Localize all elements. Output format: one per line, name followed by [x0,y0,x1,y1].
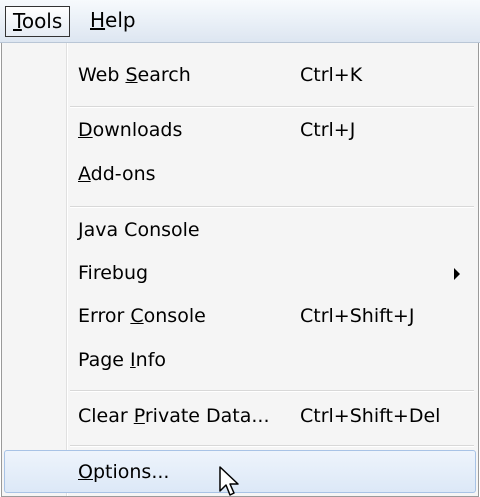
shortcut-label: Ctrl+Shift+J [300,305,415,327]
shortcut-label: Ctrl+K [300,64,363,86]
menu-item-label: Java Console [78,219,200,241]
menu-item-downloads[interactable]: Downloads Ctrl+J [4,109,476,152]
menu-tools[interactable]: Tools [5,6,71,37]
menu-item-label: Error Console [78,305,206,327]
menu-item-java-console[interactable]: Java Console [4,209,476,252]
chevron-right-icon [454,268,460,280]
menu-help[interactable]: Help [83,6,143,37]
menu-item-firebug[interactable]: Firebug [4,252,476,295]
mnemonic: H [90,8,106,32]
menu-item-label: Page Info [78,349,167,371]
shortcut-label: Ctrl+J [300,119,356,141]
mouse-pointer-icon [219,466,239,496]
menu-item-clear-private-data[interactable]: Clear Private Data... Ctrl+Shift+Del [4,395,476,438]
menu-item-add-ons[interactable]: Add-ons [4,153,476,196]
menu-item-label: Options... [78,461,170,483]
menu-item-label: Firebug [78,262,149,284]
shortcut-label: Ctrl+Shift+Del [300,405,441,427]
menu-item-label: Add-ons [78,163,156,185]
menu-item-label: Clear Private Data... [78,405,270,427]
tools-dropdown-menu: Web Search Ctrl+K Downloads Ctrl+J Add-o… [1,43,479,497]
menu-item-error-console[interactable]: Error Console Ctrl+Shift+J [4,295,476,338]
menu-item-label: Downloads [78,119,183,141]
menu-separator [70,390,474,392]
mnemonic: T [13,9,22,33]
menu-separator [70,445,474,447]
menu-item-label: Web Search [78,64,191,86]
menu-bar: Tools Help [0,0,480,43]
menu-separator [70,206,474,208]
menu-item-page-info[interactable]: Page Info [4,339,476,382]
menu-item-web-search[interactable]: Web Search Ctrl+K [4,54,476,97]
menu-separator [70,106,474,108]
